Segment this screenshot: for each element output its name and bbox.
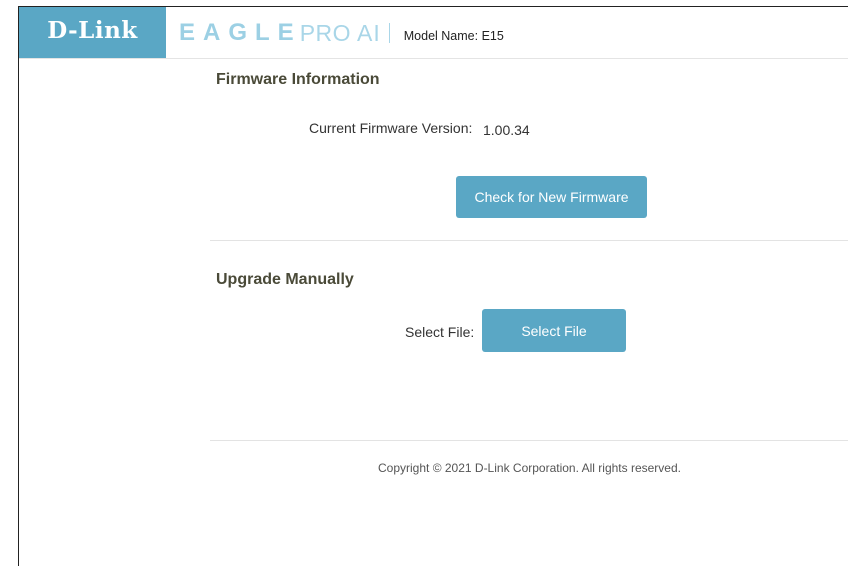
firmware-information-title: Firmware Information — [216, 71, 380, 88]
footer-divider — [210, 440, 848, 441]
brand-logo-box: D-Link — [19, 7, 166, 58]
title-divider — [388, 23, 390, 43]
dlink-logo: D-Link — [47, 17, 138, 44]
model-name-label: Model Name: E15 — [403, 29, 504, 43]
upgrade-manually-title: Upgrade Manually — [216, 271, 354, 288]
current-firmware-version-label: Current Firmware Version: — [309, 120, 473, 136]
copyright-text: Copyright © 2021 D-Link Corporation. All… — [378, 461, 681, 475]
router-admin-window: D-Link EAGLE PRO AI Model Name: E15 Firm… — [18, 6, 848, 566]
select-file-label: Select File: — [405, 324, 475, 340]
product-name-pro: PRO — [299, 19, 352, 46]
page-header: D-Link EAGLE PRO AI Model Name: E15 — [19, 7, 848, 59]
product-title: EAGLE PRO AI Model Name: E15 — [179, 18, 504, 48]
select-file-button[interactable]: Select File — [482, 309, 626, 352]
check-new-firmware-button[interactable]: Check for New Firmware — [456, 176, 647, 218]
section-divider — [210, 240, 848, 241]
current-firmware-version-value: 1.00.34 — [483, 122, 530, 138]
product-name-ai: AI — [357, 19, 381, 46]
product-name-eagle: EAGLE — [179, 19, 302, 46]
